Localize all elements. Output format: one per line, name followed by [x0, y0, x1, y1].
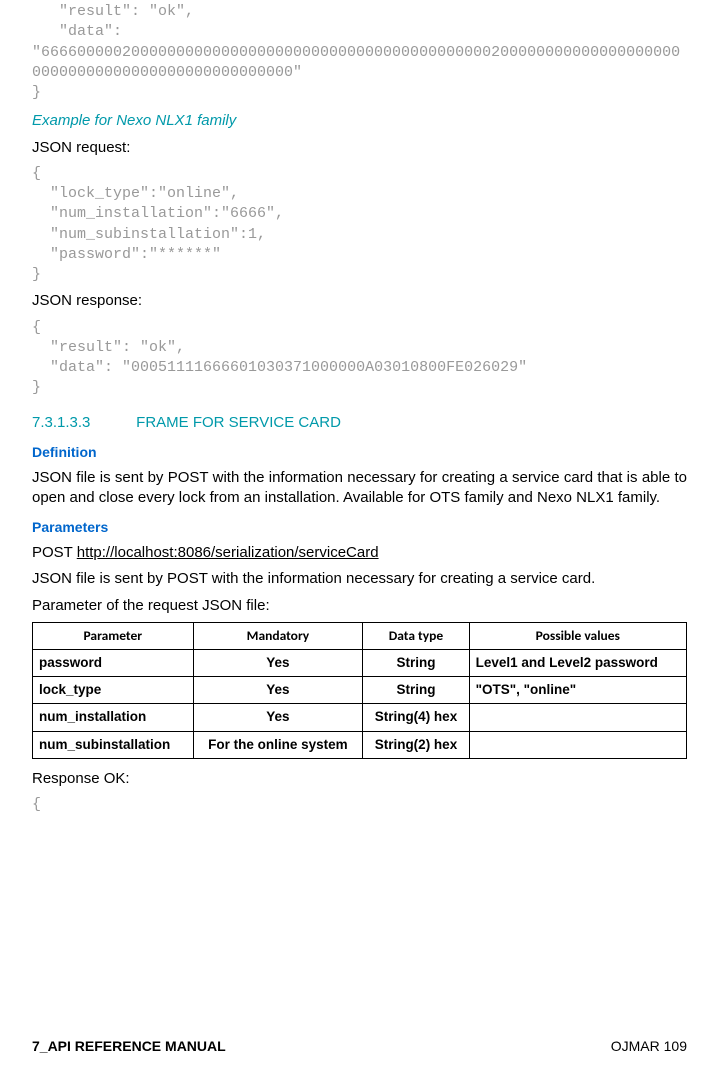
response-ok-label: Response OK: — [32, 769, 687, 789]
table-row: lock_type Yes String "OTS", "online" — [33, 677, 687, 704]
cell-type: String — [363, 650, 469, 677]
cell-mandatory: Yes — [193, 704, 363, 731]
document-page: "result": "ok", "data": "666600000200000… — [0, 2, 719, 1074]
code-block-top: "result": "ok", "data": "666600000200000… — [32, 2, 687, 103]
cell-possible: "OTS", "online" — [469, 677, 686, 704]
cell-possible — [469, 704, 686, 731]
param-intro: Parameter of the request JSON file: — [32, 596, 687, 616]
col-parameter: Parameter — [33, 622, 194, 649]
footer-right: OJMAR 109 — [611, 1037, 687, 1056]
cell-param: num_installation — [33, 704, 194, 731]
cell-possible: Level1 and Level2 password — [469, 650, 686, 677]
json-response-label: JSON response: — [32, 291, 687, 311]
cell-mandatory: Yes — [193, 650, 363, 677]
post-url: http://localhost:8086/serialization/serv… — [77, 544, 379, 561]
table-header-row: Parameter Mandatory Data type Possible v… — [33, 622, 687, 649]
cell-type: String — [363, 677, 469, 704]
cell-param: lock_type — [33, 677, 194, 704]
cell-mandatory: For the online system — [193, 731, 363, 758]
section-title: FRAME FOR SERVICE CARD — [136, 414, 341, 431]
code-block-request: { "lock_type":"online", "num_installatio… — [32, 164, 687, 286]
parameters-heading: Parameters — [32, 518, 687, 537]
json-request-label: JSON request: — [32, 138, 687, 158]
table-row: num_subinstallation For the online syste… — [33, 731, 687, 758]
code-block-response: { "result": "ok", "data": "0005111166660… — [32, 318, 687, 399]
page-footer: 7_API REFERENCE MANUAL OJMAR 109 — [32, 1037, 687, 1056]
cell-type: String(2) hex — [363, 731, 469, 758]
definition-body: JSON file is sent by POST with the infor… — [32, 468, 687, 509]
parameters-table: Parameter Mandatory Data type Possible v… — [32, 622, 687, 759]
cell-param: password — [33, 650, 194, 677]
post-body: JSON file is sent by POST with the infor… — [32, 569, 687, 589]
cell-possible — [469, 731, 686, 758]
code-block-brace: { — [32, 795, 687, 815]
footer-left: 7_API REFERENCE MANUAL — [32, 1037, 226, 1056]
col-mandatory: Mandatory — [193, 622, 363, 649]
definition-heading: Definition — [32, 443, 687, 462]
table-row: password Yes String Level1 and Level2 pa… — [33, 650, 687, 677]
cell-param: num_subinstallation — [33, 731, 194, 758]
table-row: num_installation Yes String(4) hex — [33, 704, 687, 731]
section-heading: 7.3.1.3.3 FRAME FOR SERVICE CARD — [32, 413, 687, 433]
col-datatype: Data type — [363, 622, 469, 649]
cell-mandatory: Yes — [193, 677, 363, 704]
col-possible: Possible values — [469, 622, 686, 649]
section-number: 7.3.1.3.3 — [32, 413, 132, 433]
post-prefix: POST — [32, 544, 77, 561]
post-line: POST http://localhost:8086/serialization… — [32, 543, 687, 563]
cell-type: String(4) hex — [363, 704, 469, 731]
example-nexo-heading: Example for Nexo NLX1 family — [32, 111, 687, 131]
